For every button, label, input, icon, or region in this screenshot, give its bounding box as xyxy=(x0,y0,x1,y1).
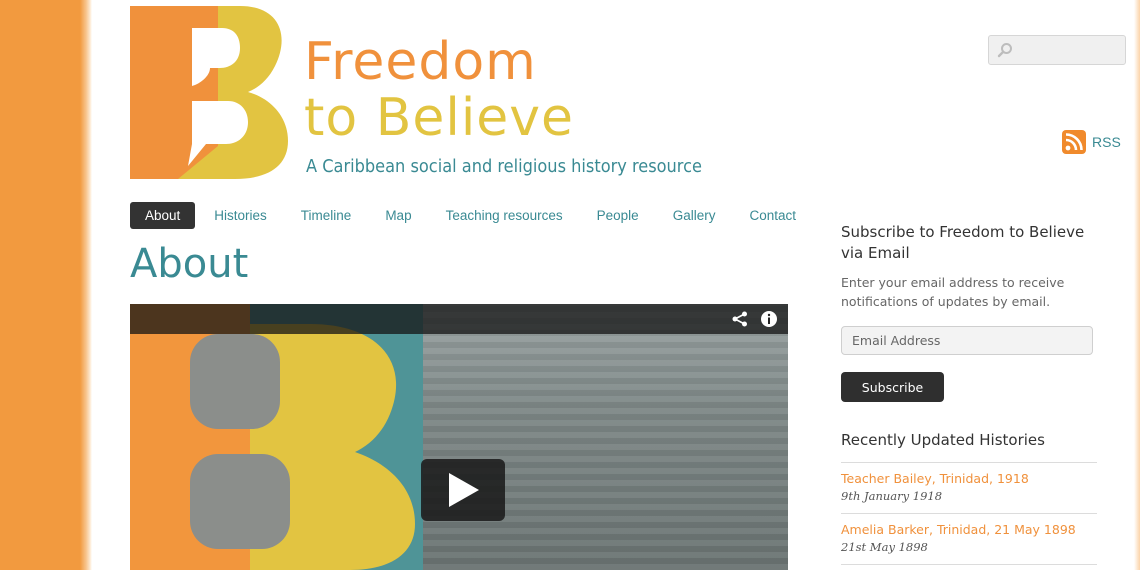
subscribe-button[interactable]: Subscribe xyxy=(841,372,944,402)
subscribe-heading: Subscribe to Freedom to Believe via Emai… xyxy=(841,223,1085,262)
search-icon xyxy=(997,43,1012,58)
recent-history-link[interactable]: Amelia Barker, Trinidad, 21 May 1898 xyxy=(841,522,1101,537)
nav-item-contact[interactable]: Contact xyxy=(734,202,811,229)
logo-subtitle: A Caribbean social and religious history… xyxy=(306,156,702,177)
rss-link[interactable]: RSS xyxy=(1062,130,1121,154)
info-icon[interactable] xyxy=(760,310,778,328)
logo-title-line1: Freedom xyxy=(304,32,537,92)
nav-item-gallery[interactable]: Gallery xyxy=(658,202,731,229)
recent-history-link[interactable]: Teacher Bailey, Trinidad, 1918 xyxy=(841,471,1101,486)
subscribe-description: Enter your email address to receive noti… xyxy=(841,275,1065,309)
list-item: Teacher Bailey, Trinidad, 1918 9th Janua… xyxy=(841,471,1101,503)
share-icon[interactable] xyxy=(732,311,748,327)
logo-title-line2: to Believe xyxy=(304,88,575,148)
rss-label: RSS xyxy=(1092,134,1121,150)
nav-item-map[interactable]: Map xyxy=(370,202,426,229)
recent-histories-heading: Recently Updated Histories xyxy=(841,431,1045,449)
nav-item-people[interactable]: People xyxy=(582,202,654,229)
list-item: Amelia Barker, Trinidad, 21 May 1898 21s… xyxy=(841,522,1101,554)
search-input[interactable] xyxy=(988,35,1126,65)
nav-item-histories[interactable]: Histories xyxy=(199,202,282,229)
play-icon xyxy=(449,473,479,507)
right-decorative-strip xyxy=(1134,0,1140,570)
rss-icon xyxy=(1062,130,1086,154)
site-logo[interactable]: Freedom to Believe A Caribbean social an… xyxy=(130,6,730,186)
nav-item-timeline[interactable]: Timeline xyxy=(286,202,367,229)
video-poster-photo xyxy=(423,304,788,570)
play-button[interactable] xyxy=(421,459,505,521)
video-poster-logo-mark xyxy=(190,324,415,570)
divider xyxy=(841,462,1097,463)
divider xyxy=(841,564,1097,565)
page-title: About xyxy=(130,241,249,287)
video-player[interactable] xyxy=(130,304,788,570)
main-nav: About Histories Timeline Map Teaching re… xyxy=(130,201,815,229)
nav-item-teaching-resources[interactable]: Teaching resources xyxy=(431,202,578,229)
divider xyxy=(841,513,1097,514)
recent-history-date: 9th January 1918 xyxy=(841,489,943,503)
email-field[interactable] xyxy=(841,326,1093,355)
nav-item-about[interactable]: About xyxy=(130,201,196,229)
fb-logo-icon xyxy=(130,6,288,179)
recent-history-date: 21st May 1898 xyxy=(841,540,928,554)
left-decorative-strip xyxy=(0,0,92,570)
video-topbar xyxy=(130,304,788,334)
